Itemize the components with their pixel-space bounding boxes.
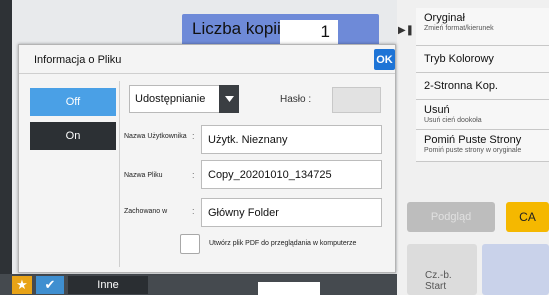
bw-start-line2: Start — [425, 281, 447, 292]
password-label: Hasło : — [280, 94, 312, 105]
check-icon[interactable]: ✔ — [36, 276, 64, 294]
skip-blank-sublabel: Pomiń puste strony w oryginale — [424, 147, 522, 154]
ok-button[interactable]: OK — [374, 49, 395, 70]
copies-label: Liczba kopii — [192, 19, 281, 38]
ca-button[interactable]: CA — [506, 202, 549, 232]
filename-label: Nazwa Pliku — [124, 172, 163, 179]
skip-blank-label: Pomiń Puste Strony — [424, 134, 522, 146]
dialog-vertical-divider — [119, 81, 120, 267]
username-field[interactable]: Użytk. Nieznany — [201, 125, 382, 154]
other-button[interactable]: Inne — [68, 276, 148, 294]
dialog-divider — [19, 73, 395, 74]
duplex-copy-button[interactable]: 2-Stronna Kop. — [416, 73, 549, 100]
bottom-indicator — [258, 282, 320, 295]
duplex-copy-label: 2-Stronna Kop. — [424, 80, 498, 92]
password-field[interactable] — [332, 87, 381, 113]
panel-arrow-icon[interactable]: ▶❚ — [397, 0, 415, 60]
favorite-star-icon[interactable]: ★ — [12, 276, 32, 294]
saved-in-label: Zachowano w — [124, 208, 168, 215]
pdf-checkbox-label: Utwórz plik PDF do przeglądania w komput… — [209, 240, 357, 247]
filename-field[interactable]: Copy_20201010_134725 — [201, 160, 382, 189]
dialog-title: Informacja o Pliku — [34, 54, 122, 66]
original-sublabel: Zmień format/kierunek — [424, 25, 494, 32]
original-label: Oryginał — [424, 12, 465, 24]
bw-start-label: Cz.-b. Start — [425, 270, 452, 292]
off-option-button[interactable]: Off — [30, 88, 116, 116]
file-info-dialog: Informacja o Pliku OK Off On Udostępnian… — [18, 44, 396, 273]
original-button[interactable]: Oryginał Zmień format/kierunek — [416, 8, 549, 46]
color-mode-button[interactable]: Tryb Kolorowy — [416, 46, 549, 73]
username-colon: : — [192, 131, 195, 141]
pdf-checkbox[interactable] — [180, 234, 200, 254]
on-option-button[interactable]: On — [30, 122, 116, 150]
chevron-down-icon[interactable] — [219, 85, 239, 113]
preview-button[interactable]: Podgląd — [407, 202, 495, 232]
color-mode-label: Tryb Kolorowy — [424, 53, 494, 65]
saved-in-colon: : — [192, 206, 195, 216]
skip-blank-button[interactable]: Pomiń Puste Strony Pomiń puste strony w … — [416, 130, 549, 162]
erase-sublabel: Usuń cień dookoła — [424, 117, 482, 124]
filename-colon: : — [192, 170, 195, 180]
username-label: Nazwa Użytkownika — [124, 133, 187, 140]
color-start-button[interactable] — [482, 244, 549, 295]
copies-input[interactable]: 1 — [280, 20, 338, 44]
left-edge-strip — [0, 0, 12, 295]
erase-label: Usuń — [424, 104, 450, 116]
erase-button[interactable]: Usuń Usuń cień dookoła — [416, 100, 549, 130]
saved-in-field[interactable]: Główny Folder — [201, 198, 382, 227]
bw-start-line1: Cz.-b. — [425, 270, 452, 281]
